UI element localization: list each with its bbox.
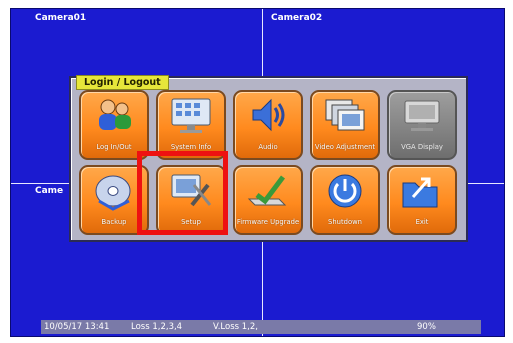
audio-button[interactable]: Audio: [233, 90, 303, 160]
camera-label-1: Camera01: [35, 13, 87, 23]
tile-label: VGA Display: [401, 143, 443, 151]
firmware-upgrade-icon: [247, 175, 287, 206]
menu-title: Login / Logout: [76, 75, 169, 90]
tile-label: Log In/Out: [96, 143, 132, 151]
status-datetime: 10/05/17 13:41: [44, 322, 110, 332]
shutdown-button[interactable]: Shutdown: [310, 165, 380, 235]
backup-disc-icon: [95, 175, 131, 211]
firmware-upgrade-button[interactable]: Firmware Upgrade: [233, 165, 303, 235]
system-info-button[interactable]: System Info: [156, 90, 226, 160]
video-adjustment-icon: [325, 99, 365, 131]
system-info-monitor-icon: [171, 98, 211, 133]
tile-label: System Info: [170, 143, 212, 151]
tile-label: Shutdown: [328, 218, 362, 226]
login-users-icon: [99, 99, 131, 130]
tile-label: Exit: [415, 218, 429, 226]
vga-display-button[interactable]: VGA Display: [387, 90, 457, 160]
vga-display-icon: [404, 100, 440, 131]
dvr-screen: Camera01 Camera02 Came Login / Logout Lo…: [10, 8, 505, 337]
exit-folder-icon: [402, 177, 438, 208]
tile-label: Video Adjustment: [314, 143, 376, 151]
main-menu-panel: Login / Logout Log In/Out System Info Au…: [69, 75, 468, 242]
status-disk-usage: 90%: [417, 322, 436, 332]
camera-label-2: Camera02: [271, 13, 323, 23]
video-adjustment-button[interactable]: Video Adjustment: [310, 90, 380, 160]
status-video-loss: V.Loss 1,2,: [213, 322, 258, 332]
camera-label-3: Came: [35, 186, 64, 196]
setup-highlight-box: [137, 151, 228, 235]
tile-label: Firmware Upgrade: [236, 218, 300, 226]
status-loss: Loss 1,2,3,4: [131, 322, 183, 332]
speaker-icon: [252, 98, 285, 132]
tile-label: Audio: [258, 143, 278, 151]
status-bar: 10/05/17 13:41 Loss 1,2,3,4 V.Loss 1,2, …: [41, 320, 481, 334]
log-in-out-button[interactable]: Log In/Out: [79, 90, 149, 160]
power-icon: [328, 174, 362, 208]
exit-button[interactable]: Exit: [387, 165, 457, 235]
